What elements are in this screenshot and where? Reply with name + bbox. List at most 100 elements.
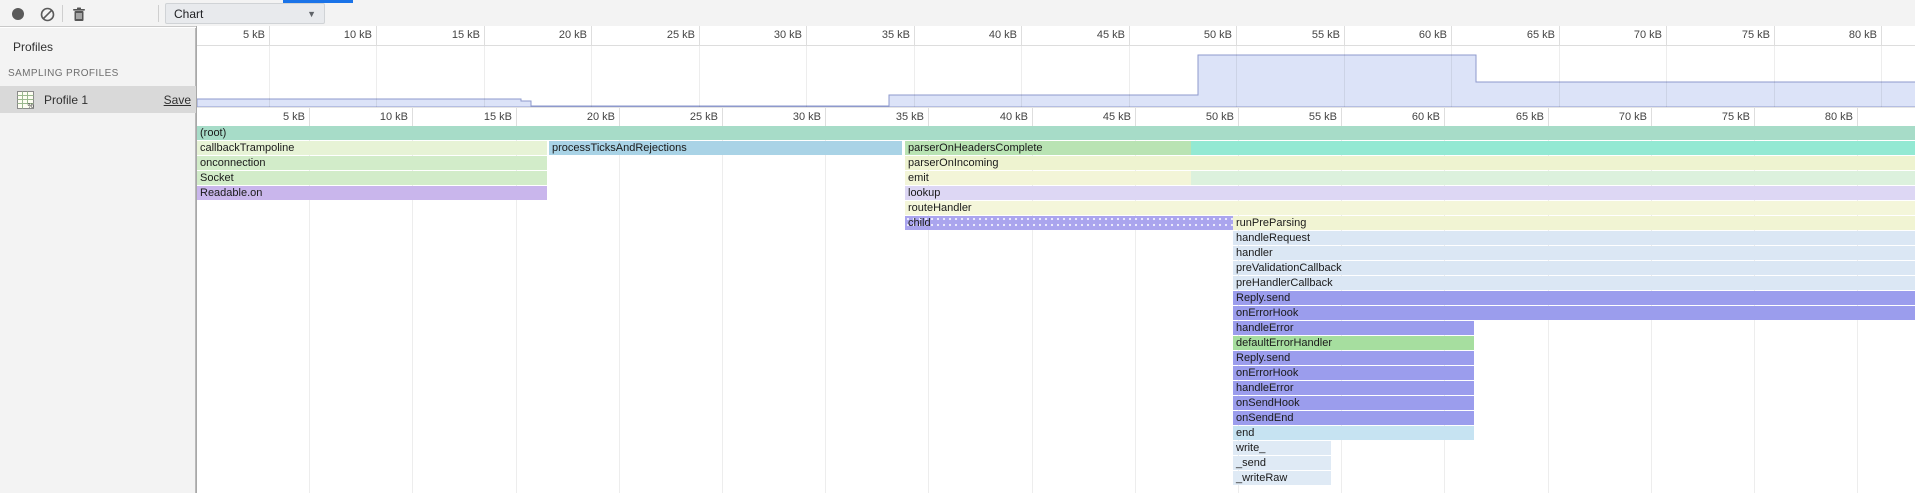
ruler-tick-label: 5 kB [205, 29, 265, 41]
flame-bar-lookup[interactable]: lookup [905, 186, 1915, 200]
ruler-tick-label: 15 kB [452, 111, 512, 123]
ruler-tick [1135, 108, 1136, 126]
flame-bar-root[interactable]: (root) [197, 126, 1915, 140]
flame-bar[interactable] [1191, 171, 1915, 185]
ruler-tick [1344, 26, 1345, 45]
ruler-tick [1032, 108, 1033, 126]
svg-text:%: % [28, 103, 34, 109]
ruler-tick [1236, 26, 1237, 45]
flame-bar-prehandlercallback[interactable]: preHandlerCallback [1233, 276, 1915, 290]
flame-chart-ruler: 5 kB10 kB15 kB20 kB25 kB30 kB35 kB40 kB4… [197, 107, 1915, 126]
toolbar-separator [158, 5, 159, 22]
flame-bar-child[interactable]: child [905, 216, 1233, 230]
ruler-tick-label: 25 kB [635, 29, 695, 41]
profile-list-item[interactable]: % Profile 1 Save [0, 86, 196, 113]
ruler-tick [269, 26, 270, 45]
record-heap-profile-button[interactable] [7, 3, 29, 25]
ruler-tick-label: 55 kB [1280, 29, 1340, 41]
memory-overview-area[interactable] [197, 46, 1915, 107]
sampling-profiles-section-heading: SAMPLING PROFILES [8, 68, 119, 79]
flame-bar-parseronincoming[interactable]: parserOnIncoming [905, 156, 1915, 170]
ruler-tick [699, 26, 700, 45]
ruler-tick-label: 55 kB [1277, 111, 1337, 123]
ruler-tick [412, 108, 413, 126]
flame-bar-_writeraw[interactable]: _writeRaw [1233, 471, 1331, 485]
ruler-tick-label: 30 kB [742, 29, 802, 41]
flame-bar-handleerror[interactable]: handleError [1233, 321, 1474, 335]
ruler-tick-label: 70 kB [1602, 29, 1662, 41]
ruler-tick [1881, 26, 1882, 45]
ruler-tick-label: 65 kB [1495, 29, 1555, 41]
flame-bar-onerrorhook[interactable]: onErrorHook [1233, 366, 1474, 380]
flame-bar-end[interactable]: end [1233, 426, 1474, 440]
ruler-tick-label: 50 kB [1172, 29, 1232, 41]
ruler-tick-label: 40 kB [968, 111, 1028, 123]
flame-bar-handleerror[interactable]: handleError [1233, 381, 1474, 395]
gridline [1881, 46, 1882, 107]
flame-bar-prevalidationcallback[interactable]: preValidationCallback [1233, 261, 1915, 275]
ruler-tick-label: 65 kB [1484, 111, 1544, 123]
ruler-tick [825, 108, 826, 126]
ruler-tick [928, 108, 929, 126]
flame-bar-processticksandrejections[interactable]: processTicksAndRejections [549, 141, 902, 155]
flame-bar-onconnection[interactable]: onconnection [197, 156, 547, 170]
ruler-tick-label: 45 kB [1071, 111, 1131, 123]
ruler-tick [1021, 26, 1022, 45]
gridline [1451, 46, 1452, 107]
flame-bar-write_[interactable]: write_ [1233, 441, 1331, 455]
ruler-tick-label: 60 kB [1387, 29, 1447, 41]
flame-bar-defaulterrorhandler[interactable]: defaultErrorHandler [1233, 336, 1474, 350]
profiles-heading: Profiles [13, 40, 53, 54]
flame-bar-runpreparsing[interactable]: runPreParsing [1233, 216, 1915, 230]
ruler-tick [1651, 108, 1652, 126]
ruler-tick [1754, 108, 1755, 126]
ruler-tick [1857, 108, 1858, 126]
gridline [806, 46, 807, 107]
delete-profile-button[interactable] [68, 3, 90, 25]
flame-chart[interactable]: (root)callbackTrampolineprocessTicksAndR… [197, 126, 1915, 493]
flame-bar-onsendhook[interactable]: onSendHook [1233, 396, 1474, 410]
flame-bar-handlerequest[interactable]: handleRequest [1233, 231, 1915, 245]
ruler-tick [376, 26, 377, 45]
ruler-tick [914, 26, 915, 45]
flame-bar-readable.on[interactable]: Readable.on [197, 186, 547, 200]
flame-bar-reply.send[interactable]: Reply.send [1233, 291, 1915, 305]
clear-icon [40, 7, 55, 22]
ruler-tick [1341, 108, 1342, 126]
flame-bar-handler[interactable]: handler [1233, 246, 1915, 260]
gridline [269, 46, 270, 107]
ruler-tick-label: 25 kB [658, 111, 718, 123]
overview-ruler: 5 kB10 kB15 kB20 kB25 kB30 kB35 kB40 kB4… [197, 26, 1915, 46]
flame-bar[interactable] [1191, 141, 1915, 155]
gridline [1774, 46, 1775, 107]
flame-bar-callbacktrampoline[interactable]: callbackTrampoline [197, 141, 547, 155]
ruler-tick-label: 45 kB [1065, 29, 1125, 41]
ruler-tick-label: 50 kB [1174, 111, 1234, 123]
ruler-tick-label: 75 kB [1690, 111, 1750, 123]
ruler-tick [1559, 26, 1560, 45]
flame-bar-_send[interactable]: _send [1233, 456, 1331, 470]
ruler-tick [1238, 108, 1239, 126]
flame-bar-socket[interactable]: Socket [197, 171, 547, 185]
view-mode-select[interactable]: Chart ▼ [165, 3, 325, 24]
ruler-tick-label: 75 kB [1710, 29, 1770, 41]
flame-bar-reply.send[interactable]: Reply.send [1233, 351, 1474, 365]
toolbar: Chart ▼ [0, 0, 1915, 27]
flame-bar-onerrorhook[interactable]: onErrorHook [1233, 306, 1915, 320]
ruler-tick [619, 108, 620, 126]
trash-icon [72, 7, 86, 22]
toolbar-separator [62, 5, 63, 22]
flame-bar-routehandler[interactable]: routeHandler [905, 201, 1915, 215]
flame-chart-panel: 5 kB10 kB15 kB20 kB25 kB30 kB35 kB40 kB4… [196, 26, 1915, 493]
clear-profiles-button[interactable] [36, 3, 58, 25]
ruler-tick-label: 35 kB [864, 111, 924, 123]
gridline [722, 126, 723, 493]
gridline [484, 46, 485, 107]
overview-silhouette [197, 46, 1915, 107]
flame-bar-emit[interactable]: emit [905, 171, 1191, 185]
save-profile-link[interactable]: Save [164, 93, 191, 107]
ruler-tick [516, 108, 517, 126]
ruler-tick [1451, 26, 1452, 45]
flame-bar-onsendend[interactable]: onSendEnd [1233, 411, 1474, 425]
flame-bar-parseronheaderscomplete[interactable]: parserOnHeadersComplete [905, 141, 1191, 155]
